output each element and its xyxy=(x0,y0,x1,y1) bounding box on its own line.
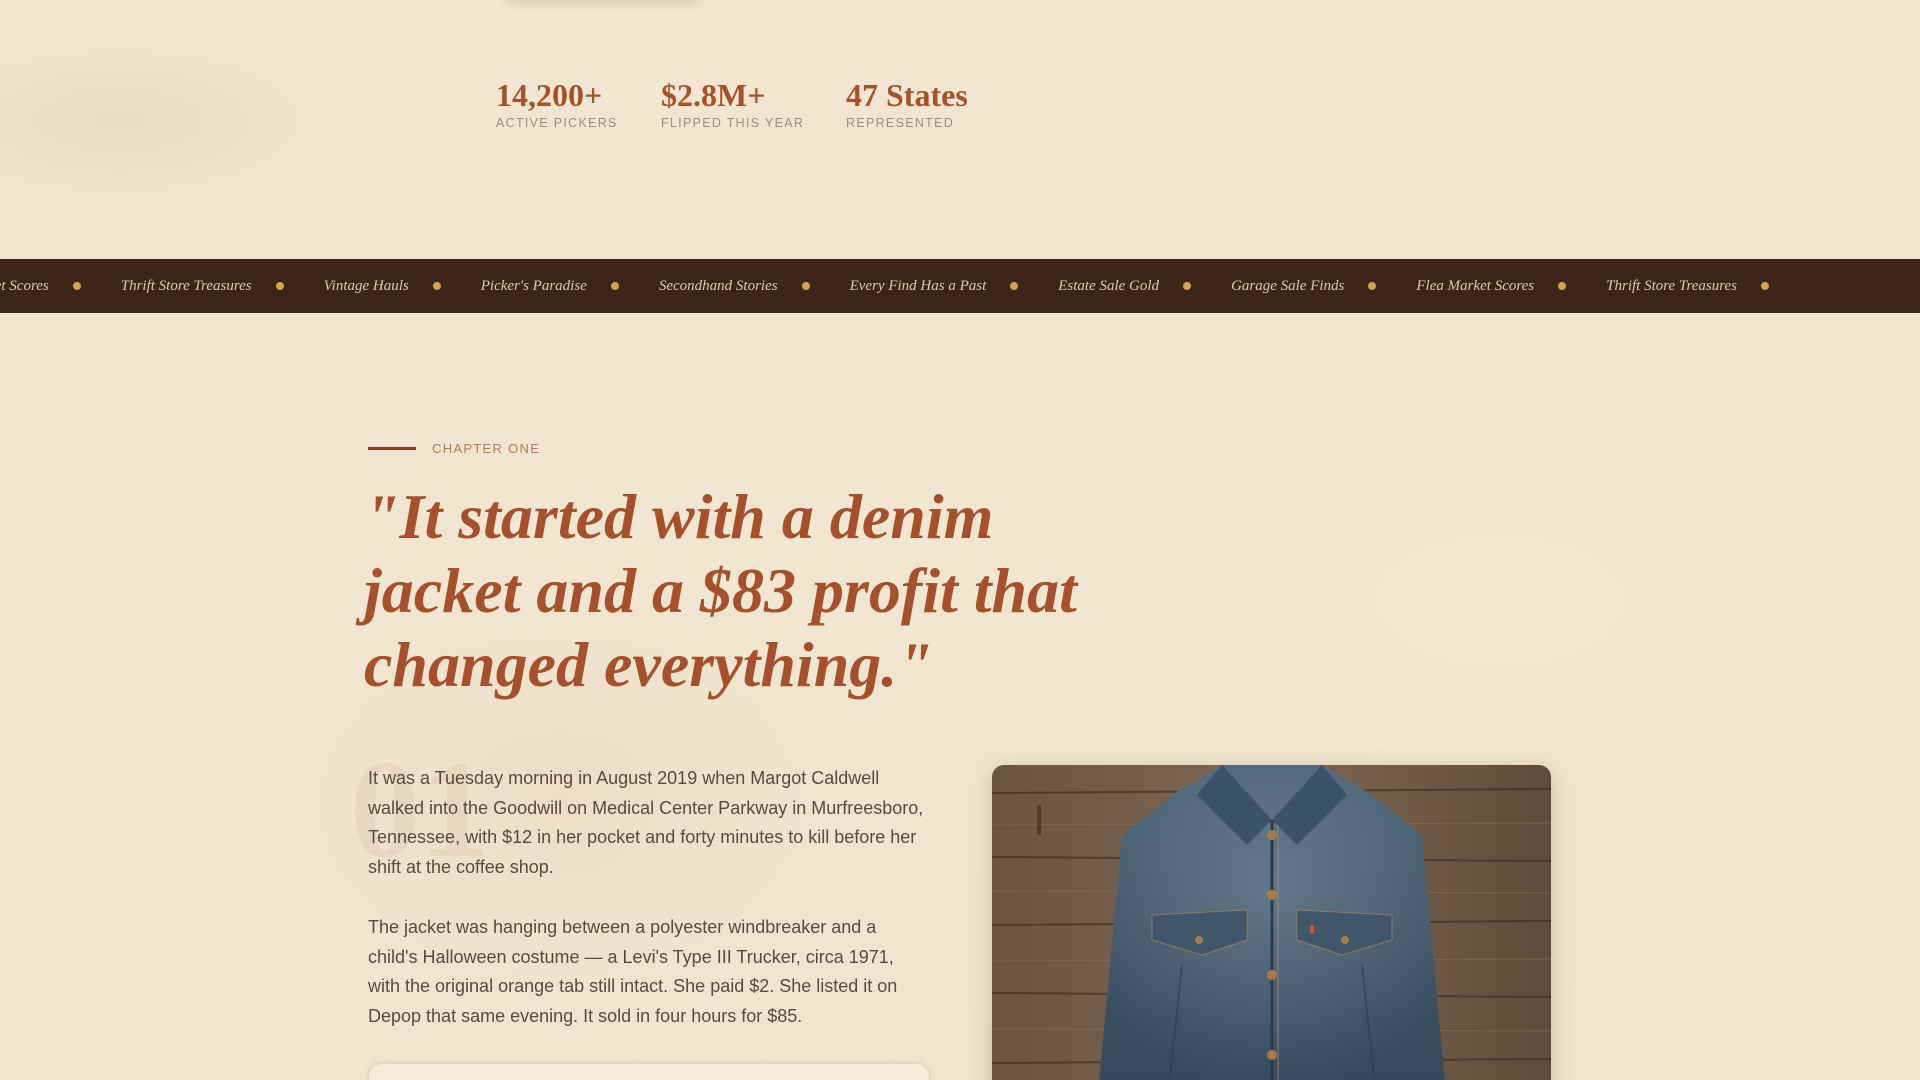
ticker-item: Every Find Has a Past xyxy=(850,278,1059,295)
ticker-item: Vintage Hauls xyxy=(324,278,481,295)
ticker-item: Estate Sale Gold xyxy=(1058,278,1231,295)
dot-icon xyxy=(1010,282,1019,290)
ticker-item: Thrift Store Treasures xyxy=(121,278,324,295)
stat-active-pickers: 14,200+ ACTIVE PICKERS xyxy=(496,76,661,130)
story-body: It was a Tuesday morning in August 2019 … xyxy=(368,764,928,1062)
chapter-label: CHAPTER ONE xyxy=(432,441,541,456)
dot-icon xyxy=(610,282,619,290)
ticker-item: Flea Market Scores xyxy=(1416,278,1606,295)
dot-icon xyxy=(275,282,284,290)
ticker-item: Picker's Paradise xyxy=(481,278,659,295)
stat-flipped-this-year: $2.8M+ FLIPPED THIS YEAR xyxy=(661,76,846,130)
ticker-text: Garage Sale Finds xyxy=(1231,277,1345,294)
denim-jacket-icon xyxy=(992,765,1551,1080)
callout-card xyxy=(368,1063,930,1080)
stat-value: 14,200+ xyxy=(496,77,603,113)
ticker-item: Garage Sale Finds xyxy=(1231,278,1416,295)
dot-icon xyxy=(1558,282,1567,290)
dot-icon xyxy=(1761,282,1769,290)
dot-icon xyxy=(72,282,81,290)
stat-label: ACTIVE PICKERS xyxy=(496,116,618,130)
dot-icon xyxy=(432,282,441,290)
ticker-text: Estate Sale Gold xyxy=(1058,277,1160,294)
ticker-text: Picker's Paradise xyxy=(480,277,587,294)
stat-states-represented: 47 States REPRESENTED xyxy=(846,76,1006,130)
chapter-divider xyxy=(368,447,416,450)
ticker-item: Thrift Store Treasures xyxy=(1606,278,1809,295)
ticker-text: Every Find Has a Past xyxy=(849,277,987,294)
story-paragraph: The jacket was hanging between a polyest… xyxy=(368,917,898,1026)
stats-row: 14,200+ ACTIVE PICKERS $2.8M+ FLIPPED TH… xyxy=(496,76,1006,130)
denim-jacket-photo xyxy=(992,765,1551,1080)
story-paragraph: It was a Tuesday morning in August 2019 … xyxy=(368,768,924,877)
stat-value: 47 States xyxy=(846,77,968,113)
ticker-text: Thrift Store Treasures xyxy=(1606,277,1737,294)
ticker-item: Secondhand Stories xyxy=(659,278,850,295)
stat-value: $2.8M+ xyxy=(661,77,766,113)
ticker-text: Secondhand Stories xyxy=(658,277,778,294)
ticker-text: Flea Market Scores xyxy=(1416,277,1535,294)
chapter-quote: "It started with a denim jacket and a $8… xyxy=(364,481,1077,700)
ticker-text: Flea Market Scores xyxy=(0,277,49,294)
ticker-banner: Flea Market Scores Thrift Store Treasure… xyxy=(0,259,1920,313)
stat-label: FLIPPED THIS YEAR xyxy=(661,116,805,130)
ticker-track: Flea Market Scores Thrift Store Treasure… xyxy=(0,259,1809,313)
ticker-item: Flea Market Scores xyxy=(0,278,121,295)
ticker-text: Thrift Store Treasures xyxy=(120,277,252,294)
ticker-text: Vintage Hauls xyxy=(323,277,409,294)
dot-icon xyxy=(801,282,810,290)
stat-label: REPRESENTED xyxy=(846,116,955,130)
dot-icon xyxy=(1183,282,1192,290)
dot-icon xyxy=(1368,282,1377,290)
